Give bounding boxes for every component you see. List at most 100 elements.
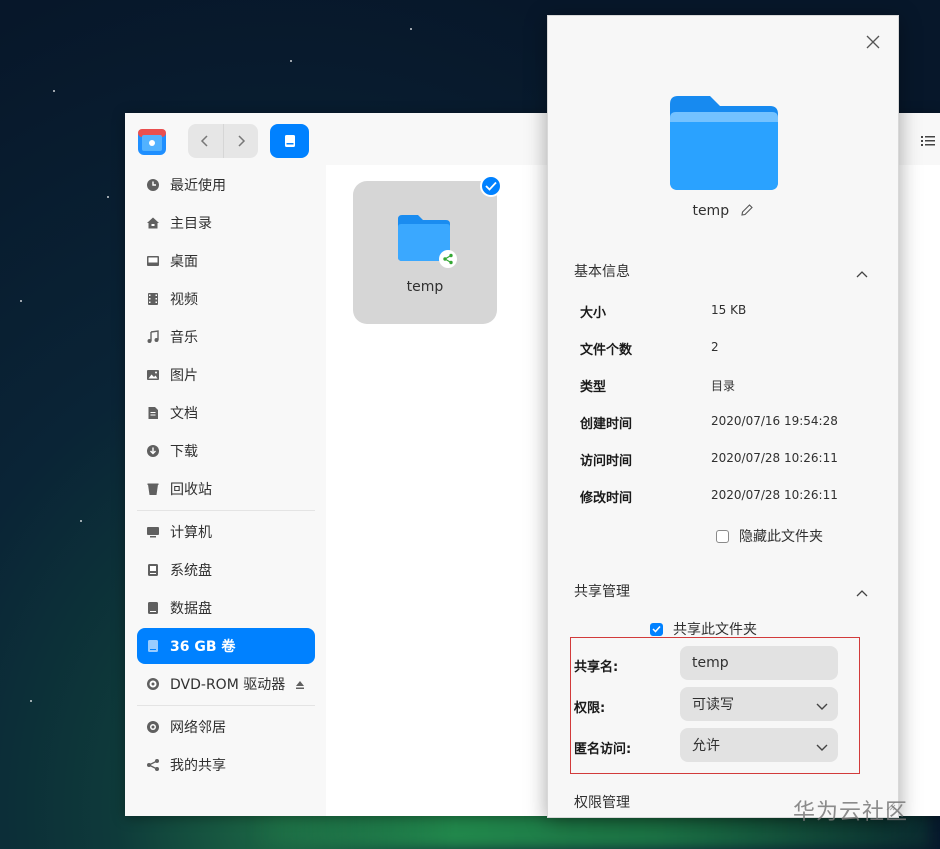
star — [30, 700, 32, 702]
video-icon — [146, 292, 160, 306]
star — [410, 28, 412, 30]
sidebar-item-label: 文档 — [170, 406, 198, 422]
sidebar-item-documents[interactable]: 文档 — [137, 395, 315, 431]
folder-name: temp — [692, 203, 730, 219]
info-value: 2020/07/28 10:26:11 — [711, 451, 838, 465]
checkbox-unchecked[interactable] — [716, 529, 729, 543]
sidebar-item-label: 数据盘 — [170, 601, 212, 617]
sidebar-item-label: 计算机 — [170, 525, 212, 541]
sidebar-item-data-disk[interactable]: 数据盘 — [137, 590, 315, 626]
music-icon — [146, 330, 160, 344]
sidebar-item-system-disk[interactable]: 系统盘 — [137, 552, 315, 588]
sidebar-divider — [137, 510, 315, 511]
navigation-buttons — [188, 124, 258, 158]
info-row-file-count: 文件个数 2 — [580, 339, 880, 359]
permission-label: 权限: — [574, 701, 606, 716]
sidebar-item-label: 桌面 — [170, 254, 198, 270]
sidebar-item-dvd[interactable]: DVD-ROM 驱动器 — [137, 666, 315, 702]
share-name-input[interactable]: temp — [680, 646, 838, 680]
sidebar: 最近使用 主目录 桌面 视频 音乐 图片 文档 下载 回收站 计算机 系统盘 数… — [125, 165, 326, 816]
sidebar-item-label: 系统盘 — [170, 563, 212, 579]
permissions-section-title[interactable]: 权限管理 — [574, 792, 630, 812]
star — [20, 300, 22, 302]
breadcrumb-volume-button[interactable] — [270, 124, 309, 158]
sidebar-item-label: 下载 — [170, 444, 198, 460]
picture-icon — [146, 368, 160, 382]
file-manager-logo-icon — [137, 126, 167, 156]
sidebar-item-recent[interactable]: 最近使用 — [137, 167, 315, 203]
share-folder-checkbox[interactable]: 共享此文件夹 — [650, 619, 757, 639]
sidebar-item-video[interactable]: 视频 — [137, 281, 315, 317]
watermark: 华为云社区 — [793, 800, 909, 825]
list-icon — [921, 136, 935, 146]
clock-icon — [146, 178, 160, 192]
folder-item-temp[interactable]: temp — [353, 175, 502, 324]
folder-name-row: temp — [548, 203, 898, 221]
info-value: 2020/07/28 10:26:11 — [711, 488, 838, 502]
info-value: 目录 — [711, 379, 736, 393]
hide-folder-label: 隐藏此文件夹 — [739, 529, 823, 545]
edit-name-icon[interactable] — [740, 203, 754, 221]
collapse-share-icon[interactable] — [856, 585, 868, 597]
star — [290, 60, 292, 62]
close-button[interactable] — [866, 35, 880, 49]
permission-select[interactable]: 可读写 — [680, 687, 838, 721]
share-name-label: 共享名: — [574, 660, 619, 675]
share-name-value: temp — [692, 655, 729, 671]
network-icon — [146, 720, 160, 734]
chevron-down-icon — [816, 699, 828, 715]
anonymous-access-value: 允许 — [692, 738, 720, 754]
volume-icon — [146, 639, 160, 653]
trash-icon — [146, 482, 160, 496]
sidebar-item-label: 音乐 — [170, 330, 198, 346]
hide-folder-checkbox[interactable]: 隐藏此文件夹 — [716, 526, 823, 546]
anonymous-access-select[interactable]: 允许 — [680, 728, 838, 762]
sidebar-item-home[interactable]: 主目录 — [137, 205, 315, 241]
eject-icon[interactable] — [295, 678, 305, 694]
star — [80, 520, 82, 522]
info-value: 2020/07/16 19:54:28 — [711, 414, 838, 428]
sidebar-item-my-shares[interactable]: 我的共享 — [137, 747, 315, 783]
large-folder-icon — [668, 94, 780, 196]
info-row-modified: 修改时间 2020/07/28 10:26:11 — [580, 487, 880, 507]
share-folder-label: 共享此文件夹 — [673, 622, 757, 638]
info-key: 访问时间 — [580, 454, 633, 469]
sidebar-item-label: 回收站 — [170, 482, 212, 498]
sidebar-item-computer[interactable]: 计算机 — [137, 514, 315, 550]
info-key: 创建时间 — [580, 417, 633, 432]
info-row-size: 大小 15 KB — [580, 302, 880, 322]
sidebar-item-downloads[interactable]: 下载 — [137, 433, 315, 469]
desktop-icon — [146, 254, 160, 268]
sidebar-item-label: 网络邻居 — [170, 720, 226, 736]
back-button[interactable] — [188, 124, 223, 158]
computer-icon — [146, 525, 160, 539]
info-key: 文件个数 — [580, 343, 633, 358]
data-disk-icon — [146, 601, 160, 615]
sidebar-item-trash[interactable]: 回收站 — [137, 471, 315, 507]
sidebar-item-desktop[interactable]: 桌面 — [137, 243, 315, 279]
sidebar-item-label: 主目录 — [170, 216, 212, 232]
info-row-type: 类型 目录 — [580, 376, 880, 396]
basic-info-section-title[interactable]: 基本信息 — [574, 261, 630, 281]
selected-check-icon — [480, 175, 502, 197]
sidebar-item-label: 我的共享 — [170, 758, 226, 774]
sidebar-item-36gb-volume[interactable]: 36 GB 卷 — [137, 628, 315, 664]
list-view-button[interactable] — [920, 133, 936, 149]
sidebar-item-network[interactable]: 网络邻居 — [137, 709, 315, 745]
sidebar-item-music[interactable]: 音乐 — [137, 319, 315, 355]
share-section-title[interactable]: 共享管理 — [574, 581, 630, 601]
star — [107, 196, 109, 198]
close-icon — [866, 35, 880, 49]
collapse-basic-info-icon[interactable] — [856, 266, 868, 278]
info-row-created: 创建时间 2020/07/16 19:54:28 — [580, 413, 880, 433]
checkbox-checked[interactable] — [650, 622, 663, 636]
anonymous-access-label: 匿名访问: — [574, 742, 632, 757]
info-key: 类型 — [580, 380, 607, 395]
home-icon — [146, 216, 160, 230]
info-key: 大小 — [580, 306, 607, 321]
chevron-left-icon — [201, 135, 208, 147]
properties-dialog: temp 基本信息 大小 15 KB 文件个数 2 类型 目录 创建时间 202… — [547, 15, 899, 818]
dvd-icon — [146, 677, 160, 691]
sidebar-item-pictures[interactable]: 图片 — [137, 357, 315, 393]
forward-button[interactable] — [222, 124, 259, 158]
